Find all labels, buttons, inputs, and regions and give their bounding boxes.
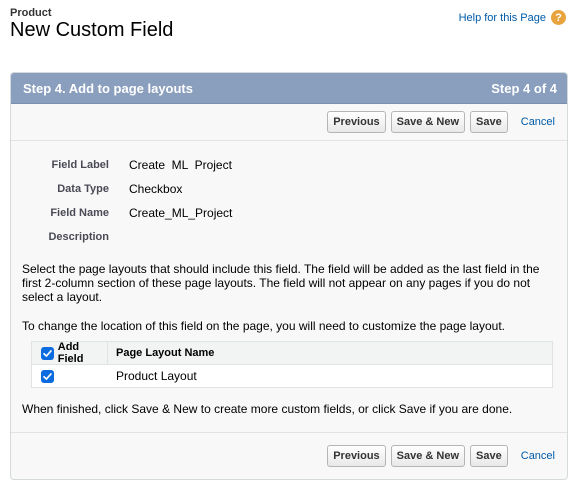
change-location-instructions: To change the location of this field on … [22, 319, 505, 333]
breadcrumb: Product [10, 7, 52, 19]
help-link[interactable]: Help for this Page [459, 12, 546, 24]
previous-button[interactable]: Previous [327, 111, 386, 133]
check-icon [43, 349, 52, 357]
cancel-link[interactable]: Cancel [521, 116, 555, 128]
save-button[interactable]: Save [470, 445, 508, 467]
data-type-value: Checkbox [129, 182, 183, 196]
wizard-panel: Step 4. Add to page layouts Step 4 of 4 … [10, 72, 568, 480]
save-new-button[interactable]: Save & New [390, 111, 466, 133]
bottom-button-row: Previous Save & New Save Cancel [11, 432, 567, 479]
field-name-label: Field Name [50, 207, 109, 219]
help-section: Help for this Page ? [459, 10, 566, 25]
select-layouts-instructions: Select the page layouts that should incl… [22, 262, 540, 304]
step-title: Step 4. Add to page layouts [23, 80, 193, 96]
page-title: New Custom Field [10, 19, 174, 41]
add-field-header: Add Field [32, 341, 108, 365]
field-label-value: Create ML Project [129, 158, 232, 172]
layout-name-cell: Product Layout [116, 369, 197, 383]
step-header: Step 4. Add to page layouts Step 4 of 4 [11, 73, 567, 104]
field-label-label: Field Label [51, 159, 109, 171]
finished-instructions: When finished, click Save & New to creat… [22, 402, 513, 416]
table-header: Add Field Page Layout Name [32, 341, 552, 365]
row-checkbox-cell [32, 365, 108, 387]
check-icon [43, 372, 52, 380]
layout-checkbox[interactable] [41, 369, 54, 383]
save-button[interactable]: Save [470, 111, 508, 133]
data-type-label: Data Type [57, 183, 109, 195]
help-icon[interactable]: ? [551, 10, 566, 25]
save-new-button[interactable]: Save & New [390, 445, 466, 467]
previous-button[interactable]: Previous [327, 445, 386, 467]
select-all-checkbox[interactable] [41, 346, 54, 360]
field-name-value: Create_ML_Project [129, 206, 233, 220]
layout-name-header: Page Layout Name [116, 347, 215, 359]
top-button-row: Previous Save & New Save Cancel [11, 104, 567, 141]
table-row: Product Layout [32, 365, 552, 387]
cancel-link[interactable]: Cancel [521, 450, 555, 462]
description-label: Description [48, 231, 109, 243]
step-progress: Step 4 of 4 [491, 80, 557, 96]
page-layout-table: Add Field Page Layout Name Product Layou… [31, 341, 553, 388]
add-field-header-label: Add Field [57, 341, 84, 365]
